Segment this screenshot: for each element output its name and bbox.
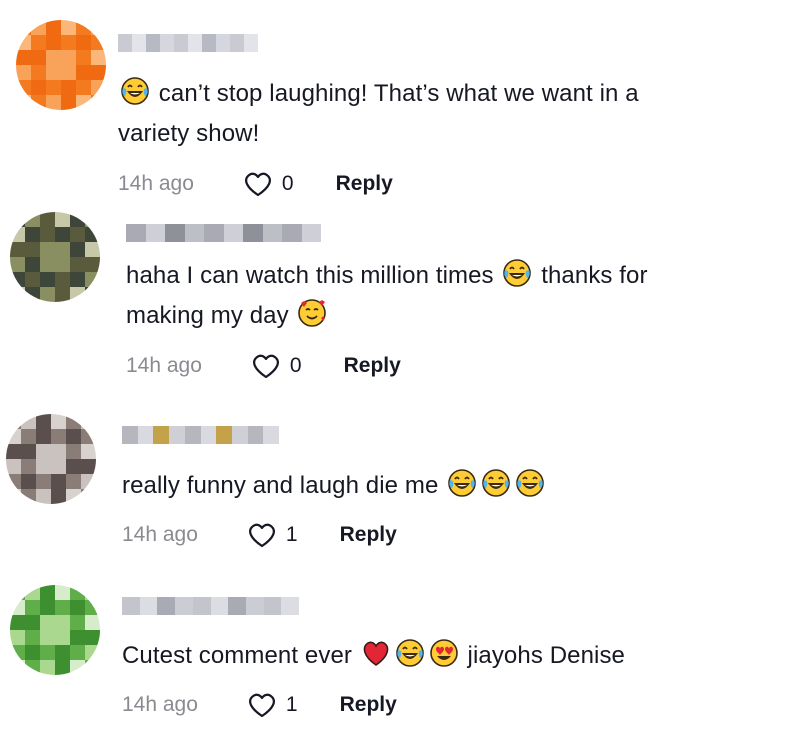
timestamp: 14h ago [118,172,194,195]
comment-meta: 14h ago 0 Reply [126,352,401,380]
username-blurred[interactable] [126,224,321,242]
comment-text-segment: really funny and laugh die me [122,472,446,499]
comment-text-segment: jiayohs Denise [460,642,625,669]
reply-button[interactable]: Reply [336,172,393,196]
like-button[interactable]: 0 [250,352,302,380]
comment-meta: 14h ago 1 Reply [122,691,397,719]
heart-outline-icon[interactable] [250,352,282,380]
comment-text-segment: making my day [126,302,296,329]
smiling-face-with-heart-eyes-icon [429,638,459,668]
heart-outline-icon[interactable] [246,691,278,719]
face-with-tears-of-joy-icon [502,258,532,288]
comment-item: can’t stop laughing! That’s what we want… [0,10,800,197]
comment-text-segment: haha I can watch this million times [126,262,501,289]
avatar[interactable] [16,20,106,110]
heart-outline-icon[interactable] [246,521,278,549]
heart-outline-icon[interactable] [242,170,274,198]
like-button[interactable]: 1 [246,691,298,719]
comment-meta: 14h ago 1 Reply [122,521,397,549]
avatar[interactable] [10,585,100,675]
timestamp: 14h ago [122,693,198,716]
face-with-tears-of-joy-icon [395,638,425,668]
face-with-tears-of-joy-icon [481,468,511,498]
comment-text-segment: variety show! [118,120,260,147]
comment-item: haha I can watch this million times than… [0,200,800,380]
timestamp: 14h ago [126,354,202,377]
reply-button[interactable]: Reply [340,693,397,717]
like-count: 0 [281,172,294,195]
username-blurred[interactable] [118,34,258,52]
like-button[interactable]: 1 [246,521,298,549]
face-with-tears-of-joy-icon [447,468,477,498]
comment-meta: 14h ago 0 Reply [118,170,393,198]
like-count: 0 [289,354,302,377]
timestamp: 14h ago [122,523,198,546]
like-count: 1 [285,693,298,716]
smiling-face-with-hearts-icon [297,298,327,328]
comment-text: Cutest comment ever jiayohs Denise [122,636,625,676]
comment-text: can’t stop laughing! That’s what we want… [118,74,639,154]
avatar[interactable] [6,414,96,504]
like-button[interactable]: 0 [242,170,294,198]
comment-text-segment: can’t stop laughing! That’s what we want… [152,80,639,107]
comment-item: Cutest comment ever jiayohs Denise 14h ag… [0,575,800,755]
comment-text: haha I can watch this million times than… [126,256,648,336]
comment-text-segment: Cutest comment ever [122,642,359,669]
username-blurred[interactable] [122,426,280,444]
reply-button[interactable]: Reply [344,354,401,378]
face-with-tears-of-joy-icon [515,468,545,498]
username-blurred[interactable] [122,597,300,615]
comment-text: really funny and laugh die me [122,466,547,506]
avatar[interactable] [10,212,100,302]
reply-button[interactable]: Reply [340,523,397,547]
comment-text-segment: thanks for [534,262,648,289]
red-heart-icon [361,638,391,668]
comment-item: really funny and laugh die me 14h ago 1 … [0,400,800,580]
face-with-tears-of-joy-icon [120,76,150,106]
like-count: 1 [285,523,298,546]
